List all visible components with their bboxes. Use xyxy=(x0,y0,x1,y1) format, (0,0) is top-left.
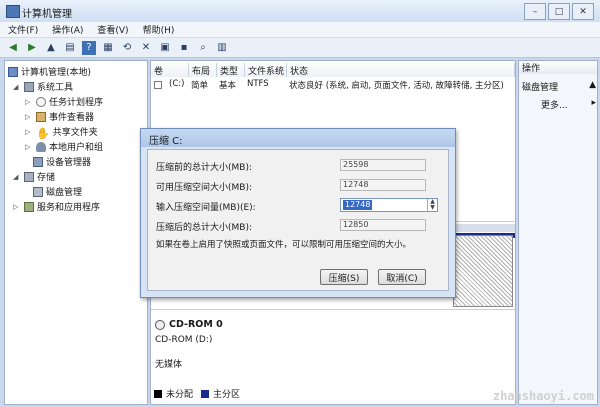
forward-icon[interactable]: ▶ xyxy=(25,41,39,55)
disk-legend: 未分配 主分区 xyxy=(154,387,240,400)
tree-item-task-scheduler[interactable]: ▷ 任务计划程序 xyxy=(25,95,103,108)
window-titlebar: 计算机管理 – □ ✕ xyxy=(0,0,600,23)
menu-help[interactable]: 帮助(H) xyxy=(143,23,175,36)
hand-cursor-icon: ✋ xyxy=(36,126,50,140)
spinner-arrows-icon[interactable]: ▲ ▼ xyxy=(427,199,437,211)
tree-item-local-users[interactable]: ▷ 本地用户和组 xyxy=(25,140,103,153)
watermark: zhanshaoyi.com xyxy=(492,389,594,403)
expanded-arrow-icon[interactable]: ◢ xyxy=(13,173,21,181)
open-icon[interactable]: ▣ xyxy=(158,41,172,55)
storage-icon xyxy=(24,171,34,182)
divider xyxy=(151,309,515,310)
tree-item-system-tools[interactable]: ◢ 系统工具 xyxy=(13,80,73,93)
col-header-layout[interactable]: 布局 xyxy=(189,63,217,77)
menu-action[interactable]: 操作(A) xyxy=(52,23,83,36)
unallocated-space[interactable] xyxy=(453,235,513,307)
collapse-up-icon[interactable]: ▲ xyxy=(589,80,596,93)
window-title: 计算机管理 xyxy=(22,9,72,20)
back-icon[interactable]: ◀ xyxy=(6,41,20,55)
users-icon xyxy=(36,141,46,152)
input-label: 输入压缩空间量(MB)(E): xyxy=(156,203,256,213)
menu-file[interactable]: 文件(F) xyxy=(8,23,38,36)
computer-management-icon xyxy=(6,5,20,18)
device-manager-icon xyxy=(33,156,43,167)
show-tree-icon[interactable]: ▤ xyxy=(63,41,77,55)
col-header-filesystem[interactable]: 文件系统 xyxy=(245,63,287,77)
total-after-value: 12850 xyxy=(340,219,426,231)
compress-button[interactable]: 压缩(S) xyxy=(320,269,368,285)
tree-item-services-apps[interactable]: ▷ 服务和应用程序 xyxy=(13,200,100,213)
available-value: 12748 xyxy=(340,179,426,191)
legend-unallocated: 未分配 xyxy=(166,390,194,400)
tools-icon xyxy=(24,81,34,92)
legend-primary: 主分区 xyxy=(213,390,241,400)
tree-item-root[interactable]: 计算机管理(本地) xyxy=(8,65,91,78)
tree-item-event-viewer[interactable]: ▷ 事件查看器 xyxy=(25,110,94,123)
disk-icon xyxy=(33,186,43,197)
collapsed-arrow-icon[interactable]: ▷ xyxy=(13,203,21,211)
tree-item-shared-folders[interactable]: ▷ ✋ 共享文件夹 xyxy=(25,125,98,140)
navigation-tree: 计算机管理(本地) ◢ 系统工具 ▷ 任务计划程序 ▷ 事件查看器 ▷ ✋ 共享… xyxy=(4,60,148,405)
shrink-dialog: 压缩 C: 压缩前的总计大小(MB): 25598 可用压缩空间大小(MB): … xyxy=(140,128,456,298)
actions-pane: 操作 磁盘管理 ▲ 更多... ▸ xyxy=(518,60,598,405)
primary-swatch xyxy=(201,389,210,398)
help-icon[interactable]: ? xyxy=(82,40,96,55)
refresh-icon[interactable]: ⟲ xyxy=(120,41,134,55)
collapsed-arrow-icon[interactable]: ▷ xyxy=(25,113,33,121)
maximize-button[interactable]: □ xyxy=(548,3,570,20)
cdrom-title[interactable]: CD-ROM 0 xyxy=(155,319,223,330)
computer-icon xyxy=(8,66,18,77)
save-icon[interactable]: ▪ xyxy=(177,41,191,55)
dialog-body: 压缩前的总计大小(MB): 25598 可用压缩空间大小(MB): 12748 … xyxy=(147,149,449,291)
dialog-title: 压缩 C: xyxy=(141,129,455,147)
shrink-amount-value: 12748 xyxy=(343,200,373,210)
total-before-label: 压缩前的总计大小(MB): xyxy=(156,163,252,173)
cdrom-media: 无媒体 xyxy=(155,360,183,370)
tree-item-device-manager[interactable]: 设备管理器 xyxy=(33,155,91,168)
minimize-button[interactable]: – xyxy=(524,3,546,20)
clock-icon xyxy=(36,96,46,107)
delete-icon[interactable]: ✕ xyxy=(139,41,153,55)
collapsed-arrow-icon[interactable]: ▷ xyxy=(25,128,33,136)
up-folder-icon[interactable]: ▲ xyxy=(44,41,58,55)
cdrom-icon xyxy=(155,319,165,330)
menu-bar: 文件(F) 操作(A) 查看(V) 帮助(H) xyxy=(0,22,600,38)
event-log-icon xyxy=(36,111,46,122)
close-button[interactable]: ✕ xyxy=(572,3,594,20)
total-before-value: 25598 xyxy=(340,159,426,171)
volume-icon xyxy=(154,81,162,89)
collapsed-arrow-icon[interactable]: ▷ xyxy=(25,143,33,151)
actions-header: 操作 xyxy=(519,61,597,74)
col-header-status[interactable]: 状态 xyxy=(287,63,515,77)
col-header-volume[interactable]: 卷 xyxy=(151,63,189,77)
unallocated-swatch xyxy=(154,389,162,398)
menu-view[interactable]: 查看(V) xyxy=(97,23,128,36)
expanded-arrow-icon[interactable]: ◢ xyxy=(13,83,21,91)
chevron-right-icon: ▸ xyxy=(591,98,596,108)
tree-item-disk-management[interactable]: 磁盘管理 xyxy=(33,185,82,198)
cdrom-drive: CD-ROM (D:) xyxy=(155,335,213,345)
actions-disk-management[interactable]: 磁盘管理 ▲ xyxy=(522,80,596,93)
services-icon xyxy=(24,201,34,212)
search-icon[interactable]: ⌕ xyxy=(196,41,210,55)
close-icon: ✕ xyxy=(579,6,587,17)
cancel-button[interactable]: 取消(C) xyxy=(378,269,426,285)
maximize-icon: □ xyxy=(554,6,564,17)
shrink-amount-input[interactable]: 12748 ▲ ▼ xyxy=(340,198,438,212)
table-row[interactable]: (C:) 简单 基本 NTFS 状态良好 (系统, 启动, 页面文件, 活动, … xyxy=(151,79,515,92)
available-label: 可用压缩空间大小(MB): xyxy=(156,183,252,193)
actions-more[interactable]: 更多... ▸ xyxy=(541,98,596,111)
minimize-icon: – xyxy=(532,6,538,17)
col-header-type[interactable]: 类型 xyxy=(217,63,245,77)
export-list-icon[interactable]: ▥ xyxy=(215,41,229,55)
dialog-note: 如果在卷上启用了快照或页面文件，可以限制可用压缩空间的大小。 xyxy=(156,240,412,250)
properties-icon[interactable]: ▦ xyxy=(101,41,115,55)
toolbar: ◀ ▶ ▲ ▤ ? ▦ ⟲ ✕ ▣ ▪ ⌕ ▥ xyxy=(0,38,600,58)
tree-item-storage[interactable]: ◢ 存储 xyxy=(13,170,55,183)
total-after-label: 压缩后的总计大小(MB): xyxy=(156,223,252,233)
collapsed-arrow-icon[interactable]: ▷ xyxy=(25,98,33,106)
